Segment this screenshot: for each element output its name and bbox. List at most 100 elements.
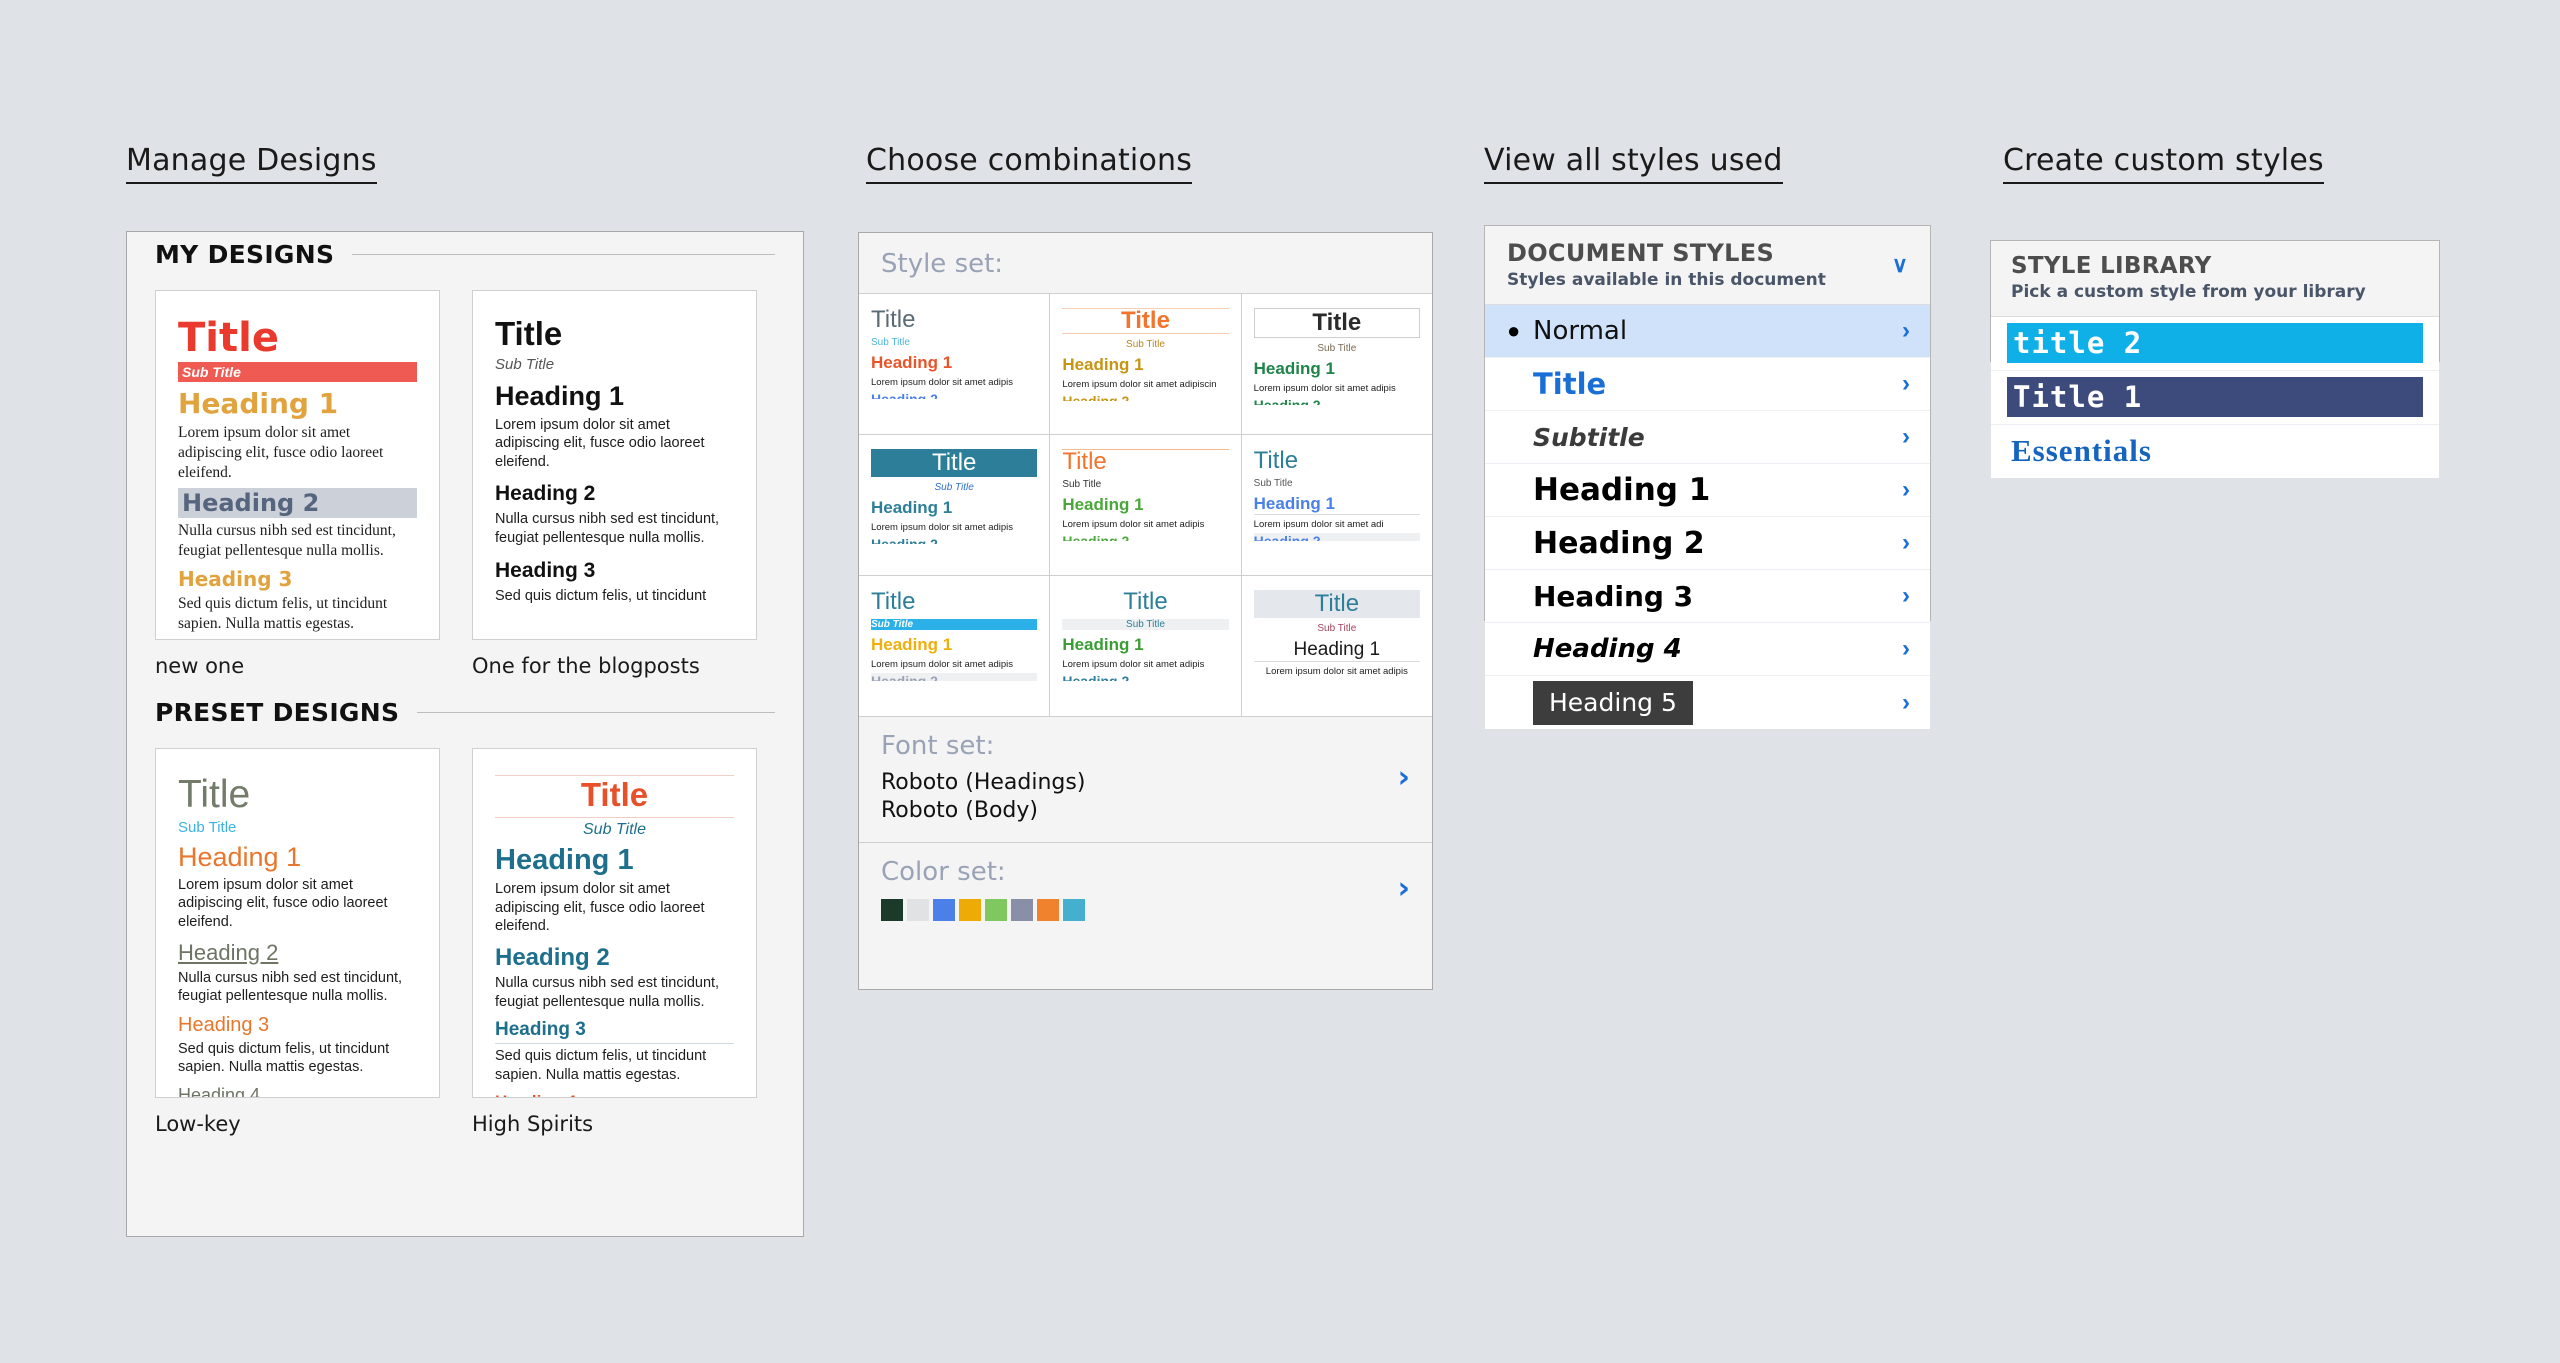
style-set-heading-2-clipped: Heading 2 (871, 673, 1038, 681)
chevron-down-icon[interactable]: ∨ (1892, 252, 1908, 278)
document-styles-list: ● Normal › Title › Subtitle › Heading 1 › Heading… (1485, 305, 1930, 729)
section-title-choose-combinations[interactable]: Choose combinations (866, 143, 1193, 184)
section-title-view-all-styles[interactable]: View all styles used (1484, 143, 1783, 184)
document-style-label-wrap: Heading 2 (1533, 526, 1902, 561)
style-set-tile[interactable]: Title Sub Title Heading 1 Lorem ipsum dolor… (1241, 435, 1432, 575)
design-thumbnail[interactable]: Title Sub Title Heading 1 Lorem ipsum do… (472, 748, 757, 1098)
choose-combinations-panel: Style set: Title Sub Title Heading 1 Lorem … (858, 232, 1433, 990)
font-set-label: Font set: (881, 731, 995, 761)
screen: Manage Designs Choose combinations View … (0, 0, 2560, 1363)
style-set-body-text: Lorem ipsum dolor sit amet adipis (871, 522, 1014, 533)
thumb-heading-1: Heading 1 (495, 380, 625, 411)
style-set-subtitle: Sub Title (1253, 478, 1293, 489)
font-headings-value: Roboto (Headings) (881, 770, 1086, 795)
document-style-item-title[interactable]: Title › (1485, 358, 1930, 411)
color-swatch[interactable] (881, 899, 903, 921)
style-set-tile[interactable]: Title Sub Title Heading 1 Lorem ipsum dolor… (1241, 576, 1432, 716)
color-swatch[interactable] (959, 899, 981, 921)
style-set-tile[interactable]: Title Sub Title Heading 1 Lorem ipsum dolor… (1050, 294, 1241, 434)
document-style-item-heading-2[interactable]: Heading 2 › (1485, 517, 1930, 570)
color-swatch[interactable] (933, 899, 955, 921)
document-style-item-heading-4[interactable]: Heading 4 › (1485, 623, 1930, 676)
document-style-item-normal[interactable]: ● Normal › (1485, 305, 1930, 358)
thumb-heading-2: Heading 2 (178, 488, 417, 519)
chevron-right-icon[interactable]: › (1902, 476, 1910, 504)
style-library-item-title-2[interactable]: title 2 (1991, 317, 2439, 371)
style-set-heading-2-clipped: Heading 2 (1062, 673, 1130, 681)
document-style-label-wrap: Heading 5 (1533, 680, 1902, 725)
document-style-item-heading-5[interactable]: Heading 5 › (1485, 676, 1930, 729)
style-set-heading-1: Heading 1 (1062, 495, 1144, 514)
style-set-title: Title (1253, 308, 1420, 338)
chevron-right-icon[interactable]: › (1902, 370, 1910, 398)
font-set-row[interactable]: Font set: Roboto (Headings) Roboto (Body… (859, 717, 1432, 843)
design-card-label: new one (155, 654, 245, 678)
document-style-label: Subtitle (1533, 422, 1645, 452)
design-card-high-spirits[interactable]: Title Sub Title Heading 1 Lorem ipsum do… (472, 748, 757, 1136)
my-designs-group-header: MY DESIGNS (127, 232, 803, 276)
color-swatch[interactable] (907, 899, 929, 921)
section-title-manage-designs[interactable]: Manage Designs (126, 143, 377, 184)
thumb-subtitle: Sub Title (583, 820, 646, 838)
style-set-tile[interactable]: Title Sub Title Heading 1 Lorem ipsum dolor… (1050, 576, 1241, 716)
thumb-paragraph-1: Lorem ipsum dolor sit amet adipiscing el… (495, 416, 705, 470)
style-set-title: Title (871, 306, 916, 333)
style-set-heading-1: Heading 1 (1062, 635, 1144, 654)
style-set-tile[interactable]: Title Sub Title Heading 1 Lorem ipsum dolor… (1050, 435, 1241, 575)
thumb-title-frame: Title (495, 775, 734, 818)
document-styles-subtitle: Styles available in this document (1507, 270, 1826, 290)
style-set-subtitle: Sub Title (871, 337, 910, 348)
design-card-new-one[interactable]: Title Sub Title Heading 1 Lorem ipsum do… (155, 290, 440, 678)
document-style-item-heading-3[interactable]: Heading 3 › (1485, 570, 1930, 623)
style-library-label: Title 1 (2007, 377, 2423, 417)
document-style-label-wrap: Heading 1 (1533, 472, 1902, 508)
style-set-tile[interactable]: Title Sub Title Heading 1 Lorem ipsum dolor… (859, 294, 1050, 434)
style-library-panel: STYLE LIBRARY Pick a custom style from y… (1990, 240, 2440, 478)
document-style-item-subtitle[interactable]: Subtitle › (1485, 411, 1930, 464)
style-library-list: title 2 Title 1 Essentials (1991, 317, 2439, 478)
section-title-create-custom-styles[interactable]: Create custom styles (2003, 143, 2324, 184)
design-thumbnail[interactable]: Title Sub Title Heading 1 Lorem ipsum do… (472, 290, 757, 640)
font-body-value: Roboto (Body) (881, 797, 1038, 823)
style-set-body-text: Lorem ipsum dolor sit amet adipis (1253, 383, 1396, 394)
thumb-heading-1: Heading 1 (178, 387, 339, 420)
thumb-heading-1: Heading 1 (178, 841, 302, 872)
style-set-body-text: Lorem ipsum dolor sit amet adipis (1062, 659, 1205, 670)
style-set-title: Title (1062, 449, 1229, 474)
chevron-right-icon[interactable]: › (1398, 874, 1410, 904)
color-swatch[interactable] (1011, 899, 1033, 921)
thumb-title: Title (178, 315, 279, 361)
chevron-right-icon[interactable]: › (1902, 317, 1910, 345)
chevron-right-icon[interactable]: › (1902, 423, 1910, 451)
color-swatch[interactable] (1037, 899, 1059, 921)
chevron-right-icon[interactable]: › (1398, 762, 1410, 793)
document-style-item-heading-1[interactable]: Heading 1 › (1485, 464, 1930, 517)
style-library-item-essentials[interactable]: Essentials (1991, 425, 2439, 478)
style-set-tile[interactable]: Title Sub Title Heading 1 Lorem ipsum dolor… (859, 435, 1050, 575)
color-swatch[interactable] (1063, 899, 1085, 921)
chevron-right-icon[interactable]: › (1902, 689, 1910, 717)
design-card-low-key[interactable]: Title Sub Title Heading 1 Lorem ipsum do… (155, 748, 440, 1136)
design-card-one-for-the-blogposts[interactable]: Title Sub Title Heading 1 Lorem ipsum do… (472, 290, 757, 678)
color-swatch[interactable] (985, 899, 1007, 921)
chevron-right-icon[interactable]: › (1902, 635, 1910, 663)
color-set-row[interactable]: Color set: › (859, 843, 1432, 939)
color-swatch-strip[interactable] (881, 899, 1085, 921)
thumb-heading-4: Heading 4 (178, 1084, 261, 1098)
thumb-title: Title (495, 315, 563, 352)
style-set-tile[interactable]: Title Sub Title Heading 1 Lorem ipsum dolor… (859, 576, 1050, 716)
style-set-heading-1: Heading 1 (871, 498, 953, 517)
thumb-title: Title (178, 773, 251, 816)
chevron-right-icon[interactable]: › (1902, 529, 1910, 557)
chevron-right-icon[interactable]: › (1902, 582, 1910, 610)
thumb-paragraph-3: Sed quis dictum felis, ut tincidunt sapi… (178, 595, 388, 632)
design-thumbnail[interactable]: Title Sub Title Heading 1 Lorem ipsum do… (155, 290, 440, 640)
thumb-heading-3: Heading 3 (495, 558, 596, 582)
design-thumbnail[interactable]: Title Sub Title Heading 1 Lorem ipsum do… (155, 748, 440, 1098)
style-library-item-title-1[interactable]: Title 1 (1991, 371, 2439, 425)
thumb-heading-4: Heading 4 (495, 1092, 734, 1097)
document-style-label: Heading 2 (1533, 525, 1705, 561)
thumb-heading-2: Heading 2 (495, 482, 596, 506)
style-set-tile[interactable]: Title Sub Title Heading 1 Lorem ipsum dolor… (1241, 294, 1432, 434)
style-set-label: Style set: (881, 249, 1004, 279)
